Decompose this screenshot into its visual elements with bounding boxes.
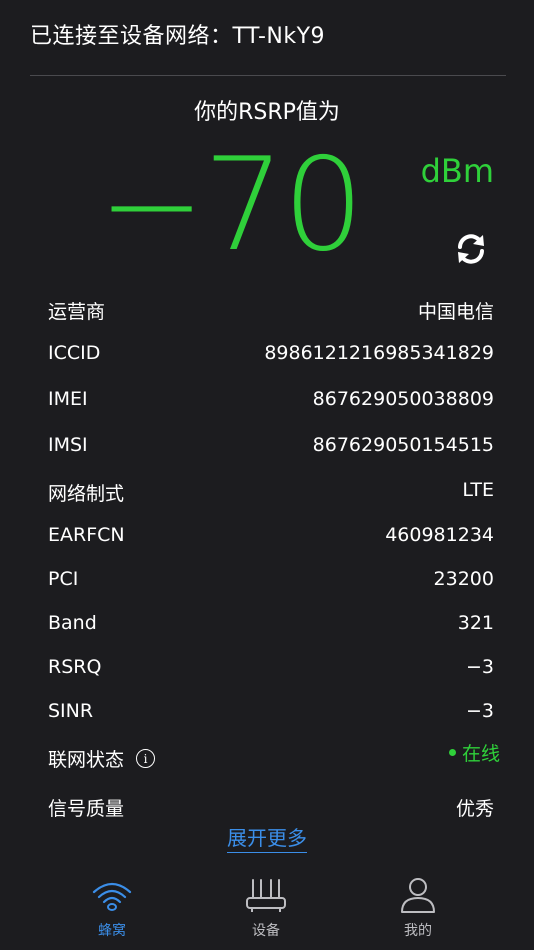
detail-row-imei: IMEI 867629050038809 [48,388,494,418]
detail-value: 321 [457,612,494,634]
detail-label: RSRQ [48,656,102,678]
detail-label: 网络制式 [48,483,125,505]
header-divider [30,75,506,76]
user-icon [401,878,435,913]
detail-value: 23200 [433,568,494,590]
detail-value: LTE [462,479,494,501]
detail-label: SINR [48,700,94,722]
detail-row-rsrq: RSRQ −3 [48,656,494,686]
detail-row-earfcn: EARFCN 460981234 [48,524,494,554]
detail-value: 优秀 [455,798,494,820]
detail-value: 中国电信 [417,301,494,323]
detail-row-connection-status: 联网状态 i 在线 [48,743,500,775]
bottom-tab-bar: 蜂窝 设备 我的 [0,870,534,950]
detail-label: 联网状态 [48,749,125,771]
detail-label: Band [48,612,97,634]
detail-row-sinr: SINR −3 [48,700,494,730]
detail-value: 867629050038809 [312,388,494,410]
detail-label: ICCID [48,342,101,364]
tab-profile[interactable]: 我的 [378,876,458,940]
router-icon [246,879,286,912]
connection-status-title: 已连接至设备网络：TT-NkY9 [30,24,326,49]
tab-device[interactable]: 设备 [226,876,306,940]
detail-value: 89861212169853418​29 [264,342,494,364]
status-online: 在线 [448,739,500,766]
detail-label: IMSI [48,434,88,456]
refresh-icon[interactable] [452,230,490,268]
tab-cellular[interactable]: 蜂窝 [72,876,152,940]
wifi-icon [92,882,132,911]
detail-row-carrier: 运营商 中国电信 [48,297,494,327]
detail-row-imsi: IMSI 867629050154515 [48,434,494,464]
status-dot-icon [448,749,456,756]
rsrp-title: 你的RSRP值为 [194,100,340,125]
detail-row-signal-quality: 信号质量 优秀 [48,794,494,824]
detail-label: 运营商 [48,301,106,323]
detail-row-band: Band 321 [48,612,494,642]
rsrp-unit: dBm [420,152,494,190]
detail-value: 867629050154515 [312,434,494,456]
tab-label: 设备 [252,923,280,939]
tab-label: 蜂窝 [98,923,126,939]
rsrp-value: −70 [98,131,364,280]
detail-value: 460981234 [385,524,494,546]
detail-row-iccid: ICCID 89861212169853418​29 [48,342,494,372]
detail-label: 信号质量 [48,798,125,820]
detail-value: −3 [465,656,494,678]
detail-label: EARFCN [48,524,125,546]
detail-value: −3 [465,700,494,722]
detail-value: 在线 [461,743,500,765]
tab-label: 我的 [404,923,432,939]
detail-label: PCI [48,568,79,590]
expand-more: 展开更多 [0,822,534,853]
detail-row-pci: PCI 23200 [48,568,494,598]
detail-row-network-mode: 网络制式 LTE [48,479,494,509]
info-icon[interactable]: i [136,749,156,768]
detail-label: IMEI [48,388,88,410]
expand-more-link[interactable]: 展开更多 [227,826,307,853]
